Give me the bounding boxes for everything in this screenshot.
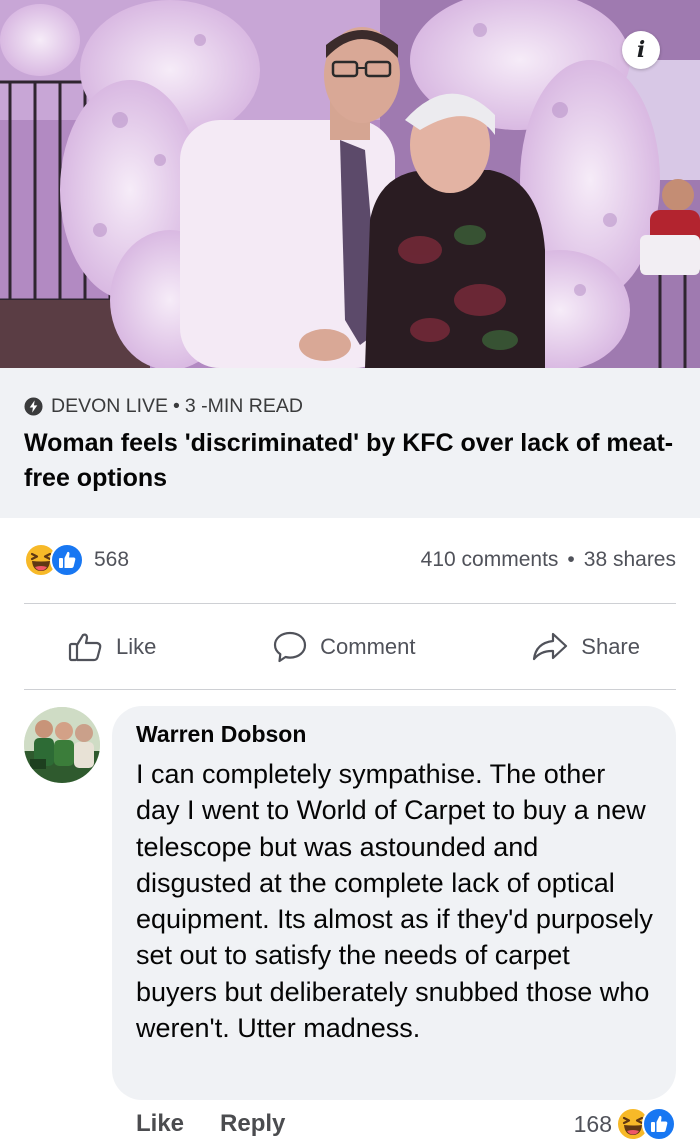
article-headline[interactable]: Woman feels 'discriminated' by KFC over … — [24, 426, 674, 496]
share-arrow-icon — [533, 632, 568, 661]
comment-bubble-icon — [274, 631, 307, 663]
comment-reactions[interactable]: 168 — [574, 1106, 676, 1142]
engagement-counts: 410 comments • 38 shares — [421, 548, 676, 572]
like-label: Like — [116, 634, 157, 659]
comment-reaction-icons — [616, 1107, 676, 1141]
reactions-summary: 568 410 comments • 38 shares — [24, 538, 676, 582]
share-label: Share — [581, 634, 640, 659]
source-separator: • — [173, 394, 180, 417]
comment-button[interactable]: Comment — [272, 630, 416, 664]
comment-reaction-count: 168 — [573, 1110, 612, 1137]
counts-separator: • — [567, 548, 575, 571]
lightning-icon — [24, 396, 43, 416]
link-preview[interactable]: DEVON LIVE • 3 -MIN READ Woman feels 'di… — [0, 368, 700, 518]
shares-count[interactable]: 38 shares — [584, 548, 676, 572]
post-action-bar: Like Comment Share — [24, 606, 676, 688]
reaction-count: 568 — [94, 548, 130, 571]
article-photo[interactable]: i — [0, 0, 700, 368]
read-time: 3 -MIN READ — [184, 394, 303, 417]
share-button[interactable]: Share — [531, 631, 640, 663]
like-button[interactable]: Like — [68, 631, 156, 663]
comment-like-button[interactable]: Like — [136, 1110, 184, 1138]
avatar[interactable] — [24, 707, 100, 783]
comment-label: Comment — [320, 634, 416, 659]
divider-top — [24, 603, 676, 604]
reaction-icons — [24, 543, 88, 577]
info-icon[interactable]: i — [622, 31, 660, 69]
source-line: DEVON LIVE • 3 -MIN READ — [24, 394, 676, 418]
divider-bottom — [24, 689, 676, 690]
reaction-count-group[interactable]: 568 — [24, 543, 129, 577]
comment-bubble[interactable]: Warren Dobson I can completely sympathis… — [112, 706, 676, 1100]
comment-reply-button[interactable]: Reply — [220, 1110, 285, 1138]
comment-actions: Like Reply — [136, 1106, 285, 1142]
comment-author[interactable]: Warren Dobson — [136, 720, 654, 748]
like-reaction-icon — [642, 1107, 676, 1141]
thumbs-up-icon — [68, 633, 102, 662]
source-name: DEVON LIVE — [51, 394, 169, 417]
comment-text: I can completely sympathise. The other d… — [136, 759, 653, 1044]
comments-count[interactable]: 410 comments — [421, 548, 559, 572]
like-reaction-icon — [50, 543, 84, 577]
